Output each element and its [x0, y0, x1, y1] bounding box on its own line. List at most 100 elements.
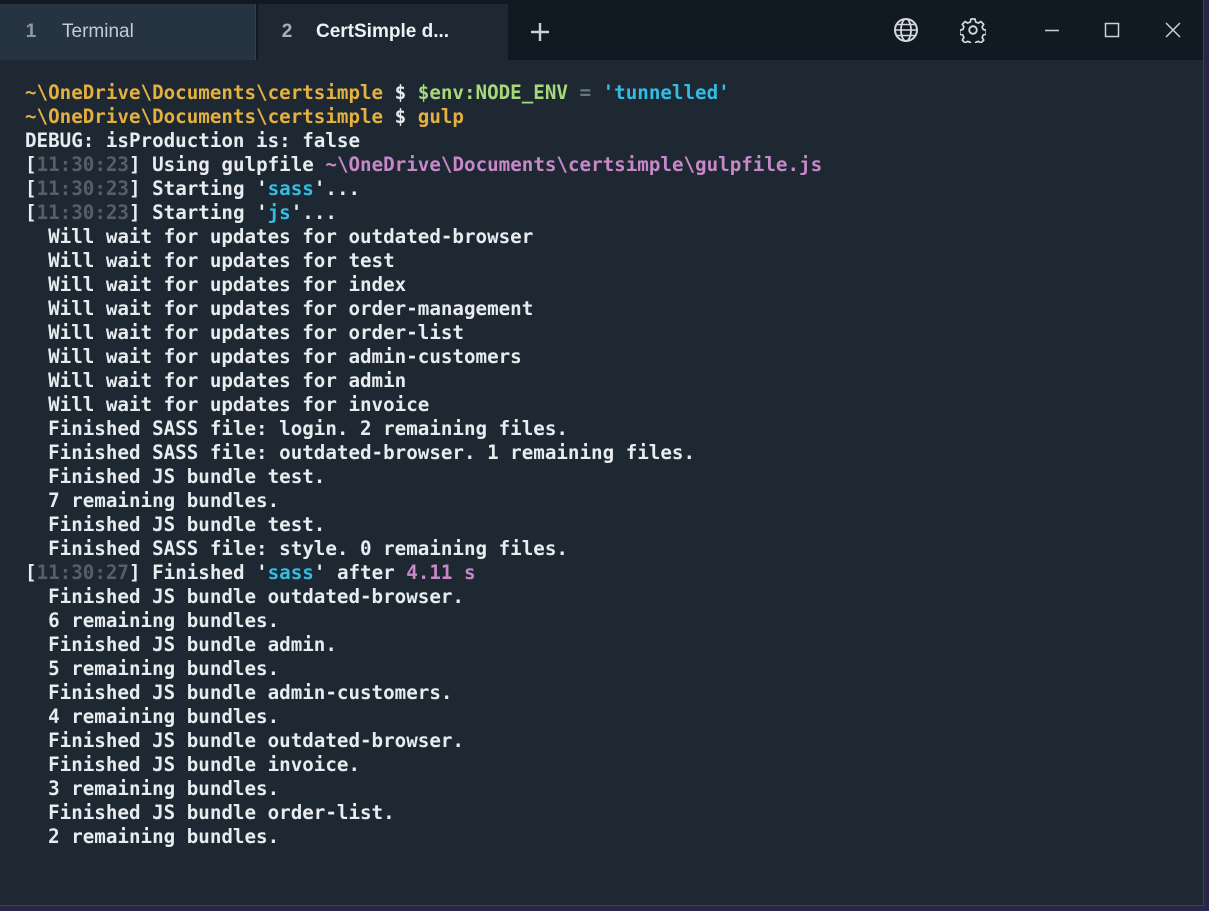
log-text: Starting ' — [140, 201, 268, 224]
log-text: Finished SASS file: outdated-browser. 1 … — [25, 441, 696, 464]
gear-icon — [960, 18, 986, 43]
maximize-icon — [1104, 22, 1120, 38]
log-text: Finished SASS file: login. 2 remaining f… — [25, 417, 568, 440]
log-text: 3 remaining bundles. — [25, 777, 280, 800]
timestamp-bracket: ] — [128, 153, 141, 176]
log-text: Finished JS bundle outdated-browser. — [25, 585, 464, 608]
log-text: Finished JS bundle test. — [25, 513, 326, 536]
prompt-symbol: $ — [383, 81, 418, 104]
env-variable: $env:NODE_ENV — [417, 81, 568, 104]
prompt-path: ~\OneDrive\Documents\certsimple — [25, 81, 384, 104]
terminal-output[interactable]: ~\OneDrive\Documents\certsimple $ $env:N… — [25, 81, 1193, 849]
log-text: '... — [313, 177, 361, 200]
title-bar: 1 Terminal 2 CertSimple d... — [0, 0, 1203, 60]
log-text: 5 remaining bundles. — [25, 657, 280, 680]
terminal-window: 1 Terminal 2 CertSimple d... ~\OneDrive\… — [0, 0, 1204, 906]
terminal-line: [11:30:23] Starting 'sass'... — [25, 177, 1193, 201]
timestamp: 11:30:23 — [36, 177, 129, 200]
log-text: DEBUG: isProduction is: false — [25, 129, 361, 152]
timestamp-bracket: [ — [25, 177, 37, 200]
timestamp-bracket: [ — [25, 561, 37, 584]
log-text: Finished JS bundle test. — [25, 465, 326, 488]
terminal-line: ~\OneDrive\Documents\certsimple $ $env:N… — [25, 81, 1193, 105]
tab-certsimple[interactable]: 2 CertSimple d... — [258, 4, 508, 60]
globe-icon — [894, 18, 918, 42]
terminal-line: [11:30:23] Starting 'js'... — [25, 201, 1193, 225]
terminal-line: Finished JS bundle admin. — [25, 633, 1193, 657]
timestamp-bracket: ] — [128, 177, 141, 200]
prompt-symbol: $ — [383, 105, 418, 128]
tab-number: 2 — [281, 21, 293, 42]
log-text: Will wait for updates for index — [25, 273, 407, 296]
terminal-line: Finished SASS file: outdated-browser. 1 … — [25, 441, 1193, 465]
terminal-line: Finished JS bundle admin-customers. — [25, 681, 1193, 705]
prompt-path: ~\OneDrive\Documents\certsimple — [25, 105, 384, 128]
duration: 4.11 s — [406, 561, 476, 584]
log-text: Will wait for updates for admin — [25, 369, 407, 392]
string-literal: 'tunnelled' — [602, 81, 730, 104]
terminal-line: Finished SASS file: style. 0 remaining f… — [25, 537, 1193, 561]
log-text: 2 remaining bundles. — [25, 825, 280, 848]
log-text: Starting ' — [140, 177, 268, 200]
terminal-line: 7 remaining bundles. — [25, 489, 1193, 513]
terminal-line: Finished JS bundle test. — [25, 513, 1193, 537]
terminal-line: Will wait for updates for admin-customer… — [25, 345, 1193, 369]
log-text: Will wait for updates for admin-customer… — [25, 345, 522, 368]
terminal-line: Finished JS bundle order-list. — [25, 801, 1193, 825]
timestamp-bracket: [ — [25, 201, 37, 224]
tab-number: 1 — [25, 21, 37, 42]
timestamp-bracket: ] — [128, 561, 141, 584]
log-text: Will wait for updates for order-manageme… — [25, 297, 534, 320]
tab-title: Terminal — [62, 21, 134, 42]
task-name: sass — [267, 177, 314, 200]
terminal-line: [11:30:27] Finished 'sass' after 4.11 s — [25, 561, 1193, 585]
log-text: 4 remaining bundles. — [25, 705, 280, 728]
minimize-icon — [1045, 29, 1059, 32]
terminal-line: 6 remaining bundles. — [25, 609, 1193, 633]
terminal-line: Will wait for updates for test — [25, 249, 1193, 273]
file-path: ~\OneDrive\Documents\certsimple\gulpfile… — [325, 153, 823, 176]
log-text: Will wait for updates for test — [25, 249, 395, 272]
log-text: Finished JS bundle invoice. — [25, 753, 361, 776]
terminal-line: Finished JS bundle invoice. — [25, 753, 1193, 777]
new-tab-button[interactable] — [522, 14, 558, 50]
terminal-line: DEBUG: isProduction is: false — [25, 129, 1193, 153]
log-text: Finished ' — [140, 561, 268, 584]
tab-title: CertSimple d... — [316, 21, 450, 42]
plus-icon — [531, 23, 549, 41]
terminal-line: Will wait for updates for admin — [25, 369, 1193, 393]
log-text: Finished JS bundle outdated-browser. — [25, 729, 464, 752]
log-text: Finished JS bundle admin. — [25, 633, 337, 656]
log-text: Finished SASS file: style. 0 remaining f… — [25, 537, 568, 560]
globe-button[interactable] — [890, 14, 922, 46]
terminal-line: 3 remaining bundles. — [25, 777, 1193, 801]
timestamp-bracket: [ — [25, 153, 37, 176]
command: gulp — [417, 105, 464, 128]
minimize-button[interactable] — [1036, 14, 1068, 46]
log-text: Using gulpfile — [140, 153, 326, 176]
terminal-line: Finished JS bundle outdated-browser. — [25, 585, 1193, 609]
terminal-line: Finished SASS file: login. 2 remaining f… — [25, 417, 1193, 441]
terminal-line: Will wait for updates for order-manageme… — [25, 297, 1193, 321]
terminal-line: Will wait for updates for order-list — [25, 321, 1193, 345]
terminal-line: Will wait for updates for outdated-brows… — [25, 225, 1193, 249]
terminal-line: Finished JS bundle outdated-browser. — [25, 729, 1193, 753]
terminal-line: Finished JS bundle test. — [25, 465, 1193, 489]
maximize-button[interactable] — [1096, 14, 1128, 46]
timestamp: 11:30:23 — [36, 201, 129, 224]
log-text: ' after — [313, 561, 407, 584]
terminal-line: Will wait for updates for invoice — [25, 393, 1193, 417]
terminal-line: 2 remaining bundles. — [25, 825, 1193, 849]
terminal-line: 4 remaining bundles. — [25, 705, 1193, 729]
close-button[interactable] — [1157, 14, 1189, 46]
log-text: Finished JS bundle order-list. — [25, 801, 395, 824]
timestamp: 11:30:23 — [36, 153, 129, 176]
assignment-operator: = — [567, 81, 603, 104]
settings-button[interactable] — [957, 14, 989, 46]
terminal-line: ~\OneDrive\Documents\certsimple $ gulp — [25, 105, 1193, 129]
log-text: Will wait for updates for invoice — [25, 393, 430, 416]
task-name: sass — [267, 561, 314, 584]
tab-terminal[interactable]: 1 Terminal — [0, 4, 256, 60]
log-text: Finished JS bundle admin-customers. — [25, 681, 453, 704]
timestamp-bracket: ] — [128, 201, 141, 224]
